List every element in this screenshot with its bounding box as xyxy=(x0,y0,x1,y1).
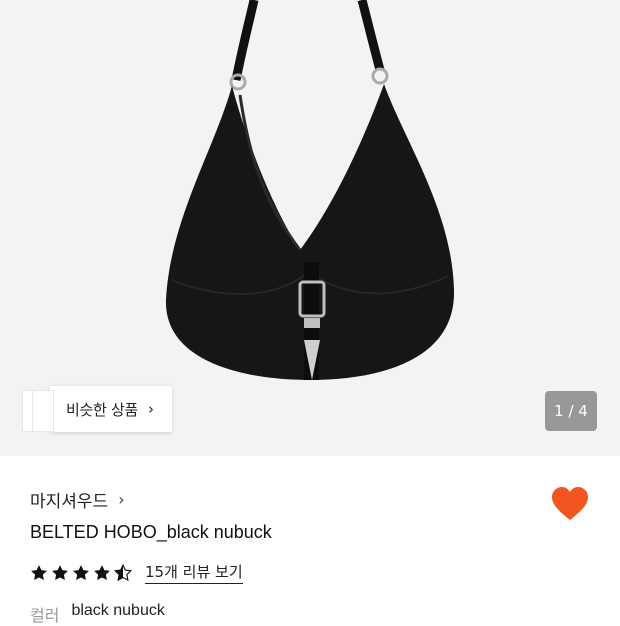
star-icon xyxy=(94,564,110,580)
product-title: BELTED HOBO_black nubuck xyxy=(30,522,272,542)
color-option: 컬러 black nubuck xyxy=(30,602,165,626)
chevron-right-icon: › xyxy=(118,490,125,509)
half-star-icon xyxy=(114,563,132,581)
rating-row: 15개 리뷰 보기 xyxy=(30,561,243,584)
review-link[interactable]: 15개 리뷰 보기 xyxy=(145,561,243,584)
bag-strap xyxy=(231,0,259,81)
brand-link[interactable]: 마지셔우드 › xyxy=(30,487,125,512)
similar-thumbnails xyxy=(22,387,56,432)
similar-products[interactable]: 비슷한 상품 › xyxy=(22,384,172,434)
star-icon xyxy=(31,564,47,580)
similar-products-label: 비슷한 상품 xyxy=(66,400,138,419)
option-label: 컬러 xyxy=(30,606,60,625)
bag-strap-right xyxy=(357,0,385,72)
similar-products-button[interactable]: 비슷한 상품 › xyxy=(50,386,172,432)
chevron-right-icon: › xyxy=(147,400,154,418)
star-icon xyxy=(73,564,89,580)
rating-stars xyxy=(30,563,135,582)
star-icon xyxy=(52,564,68,580)
heart-icon[interactable] xyxy=(551,486,589,522)
similar-thumbnail xyxy=(32,390,54,432)
product-image-gallery[interactable]: 비슷한 상품 › 1 / 4 xyxy=(0,0,620,456)
image-counter: 1 / 4 xyxy=(545,391,597,431)
brand-name: 마지셔우드 xyxy=(30,492,109,512)
option-value: black nubuck xyxy=(71,602,165,619)
